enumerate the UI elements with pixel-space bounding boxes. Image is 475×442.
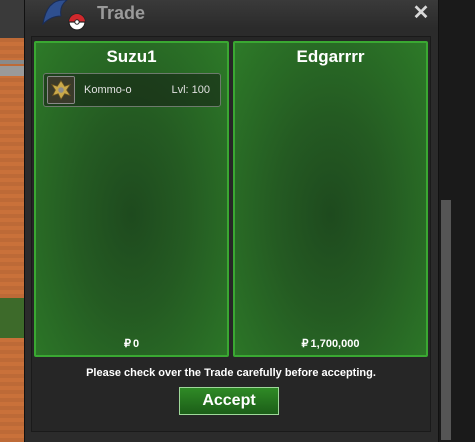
trade-window: Trade ✕ Suzu1 Kommo-o Lvl: 100 ₽0 Edgarr… [24, 0, 439, 442]
close-button[interactable]: ✕ [412, 3, 430, 23]
trade-body: Suzu1 Kommo-o Lvl: 100 ₽0 Edgarrrr ₽1,70… [31, 36, 431, 432]
world-path-tile [0, 66, 24, 76]
item-level: Lvl: 100 [171, 84, 210, 96]
game-world-right-background [439, 0, 475, 442]
kommo-o-sprite-icon [47, 76, 75, 104]
my-player-name: Suzu1 [106, 47, 157, 66]
pokemon-trade-icon [42, 0, 86, 31]
my-money-amount: 0 [132, 338, 140, 350]
title-bar[interactable]: Trade ✕ [25, 0, 438, 31]
accept-button[interactable]: Accept [179, 387, 279, 415]
partner-offer-money: ₽1,700,000 [235, 337, 426, 350]
my-offer-money: ₽0 [36, 337, 227, 350]
world-grass-tile [0, 298, 24, 338]
my-offer-panel: Suzu1 Kommo-o Lvl: 100 ₽0 [34, 41, 229, 357]
partner-money-amount: 1,700,000 [310, 338, 360, 350]
trade-warning-text: Please check over the Trade carefully be… [86, 367, 376, 379]
offered-item-slot[interactable]: Kommo-o Lvl: 100 [43, 73, 221, 107]
partner-player-name: Edgarrrr [296, 47, 365, 66]
item-name: Kommo-o [84, 84, 132, 96]
pokedollar-icon: ₽ [301, 338, 309, 350]
window-title: Trade [97, 3, 146, 23]
game-world-background [0, 0, 24, 442]
world-dark-strip [0, 0, 24, 38]
pokedollar-icon: ₽ [123, 338, 131, 350]
close-icon: ✕ [412, 2, 430, 24]
partner-offer-panel: Edgarrrr ₽1,700,000 [233, 41, 428, 357]
background-scrollbar [441, 200, 451, 440]
